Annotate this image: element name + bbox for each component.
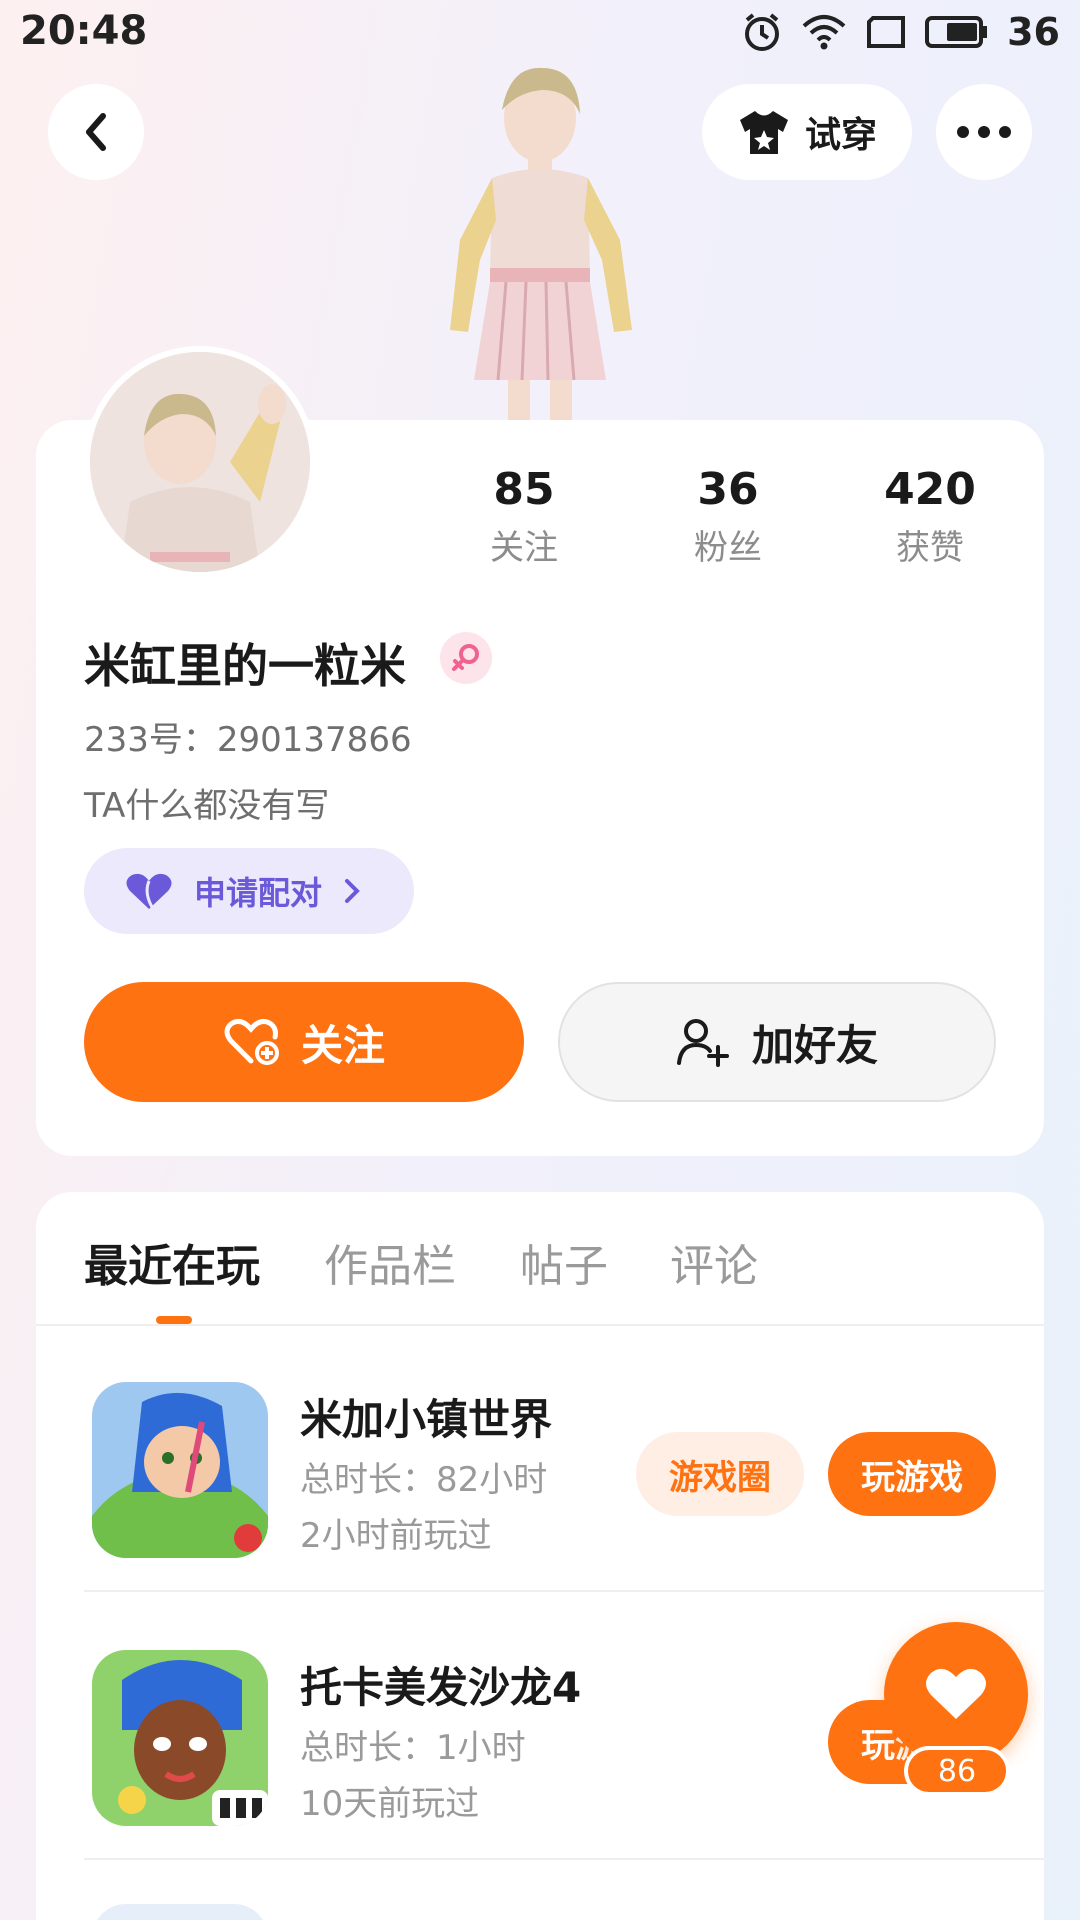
stat-label: 关注 xyxy=(490,528,558,568)
avatar-character xyxy=(450,67,632,420)
game-row[interactable]: 米加小镇世界 总时长：82小时 2小时前玩过 游戏圈 玩游戏 xyxy=(36,1326,1044,1592)
tab-recently-played[interactable]: 最近在玩 xyxy=(84,1230,260,1294)
heart-plus-icon xyxy=(224,1018,279,1065)
more-button[interactable] xyxy=(936,84,1032,180)
apply-pair-label: 申请配对 xyxy=(194,874,323,912)
try-on-label: 试穿 xyxy=(804,115,877,156)
stat-value: 85 xyxy=(493,464,555,515)
chevron-left-icon xyxy=(86,113,106,151)
status-bar: 20:48 36 xyxy=(0,0,1080,66)
stat-value: 420 xyxy=(884,464,976,515)
row-divider xyxy=(84,1590,1044,1592)
game-icon-partial xyxy=(92,1904,268,1920)
gender-badge xyxy=(440,632,492,684)
status-time: 20:48 xyxy=(20,8,148,54)
back-button[interactable] xyxy=(48,84,144,180)
follow-button[interactable]: 关注 xyxy=(84,982,524,1102)
alarm-icon xyxy=(745,13,780,51)
user-plus-icon xyxy=(676,1019,729,1067)
chevron-right-icon xyxy=(345,879,360,903)
like-button[interactable] xyxy=(884,1622,1028,1766)
stat-value: 36 xyxy=(697,464,759,515)
follow-label: 关注 xyxy=(300,1020,385,1070)
game-last-played: 2小时前玩过 xyxy=(300,1516,492,1556)
game-icon-image xyxy=(92,1382,268,1558)
game-icon[interactable] xyxy=(92,1382,268,1558)
user-bio: TA什么都没有写 xyxy=(84,786,330,826)
tab-works[interactable]: 作品栏 xyxy=(324,1230,456,1294)
play-game-button[interactable]: 玩游戏 xyxy=(828,1432,996,1516)
game-circle-button[interactable]: 游戏圈 xyxy=(636,1432,804,1516)
shirt-icon xyxy=(739,111,788,154)
stat-following[interactable]: 85 关注 xyxy=(444,464,604,568)
game-name: 米加小镇世界 xyxy=(300,1395,553,1444)
wifi-icon xyxy=(802,15,846,50)
battery-level: 36 xyxy=(1007,10,1060,54)
like-count: 86 xyxy=(904,1746,1010,1796)
heart-icon xyxy=(926,1668,986,1719)
game-duration: 总时长：1小时 xyxy=(300,1728,526,1768)
game-icon[interactable] xyxy=(92,1650,268,1826)
stat-label: 粉丝 xyxy=(694,528,762,568)
apply-pair-button[interactable]: 申请配对 xyxy=(84,848,414,934)
game-name: 托卡美发沙龙4 xyxy=(300,1663,582,1712)
profile-stats: 85 关注 36 粉丝 420 获赞 xyxy=(420,464,1040,574)
avatar-image xyxy=(90,352,310,572)
stat-fans[interactable]: 36 粉丝 xyxy=(648,464,808,568)
game-icon-image xyxy=(92,1650,268,1826)
add-friend-label: 加好友 xyxy=(751,1020,878,1070)
tab-posts[interactable]: 帖子 xyxy=(520,1230,608,1294)
heart-pair-icon xyxy=(126,873,172,909)
screen-icon xyxy=(867,16,906,48)
game-duration: 总时长：82小时 xyxy=(300,1460,548,1500)
more-dots-icon xyxy=(957,126,1011,138)
tab-comments[interactable]: 评论 xyxy=(670,1230,758,1294)
try-on-button[interactable]: 试穿 xyxy=(702,84,912,180)
battery-icon xyxy=(925,16,988,48)
game-last-played: 10天前玩过 xyxy=(300,1784,480,1824)
status-icons: 36 xyxy=(741,10,1060,54)
add-friend-button[interactable]: 加好友 xyxy=(558,982,996,1102)
username: 米缸里的一粒米 xyxy=(84,639,406,693)
row-divider xyxy=(84,1858,1044,1860)
user-id: 233号：290137866 xyxy=(84,720,412,760)
stat-label: 获赞 xyxy=(896,528,964,568)
female-icon xyxy=(452,644,479,671)
stat-likes[interactable]: 420 获赞 xyxy=(850,464,1010,568)
active-tab-indicator xyxy=(156,1316,192,1324)
avatar[interactable] xyxy=(84,346,316,578)
